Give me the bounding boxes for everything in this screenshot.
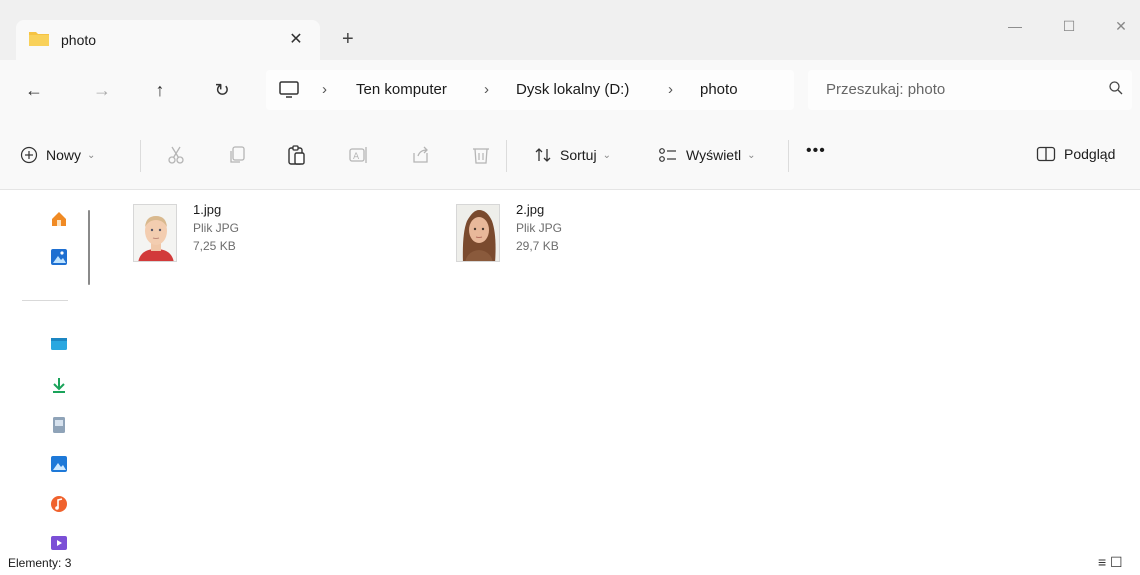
- computer-icon: [279, 81, 299, 98]
- divider: [22, 300, 68, 301]
- rename-icon[interactable]: A: [347, 144, 369, 166]
- share-icon[interactable]: [410, 144, 432, 166]
- search-box[interactable]: Przeszukaj: photo: [808, 70, 1132, 110]
- tab-close-button[interactable]: ✕: [286, 29, 306, 49]
- divider: [140, 140, 141, 172]
- navigation-bar: ← → ↑ ↻ › Ten komputer › Dysk lokalny (D…: [0, 60, 1140, 122]
- copy-icon[interactable]: [226, 144, 248, 166]
- minimize-button[interactable]: —: [992, 18, 1038, 34]
- tab-title: photo: [61, 32, 97, 48]
- svg-text:A: A: [353, 152, 360, 162]
- chevron-down-icon: ⌄: [87, 149, 96, 161]
- file-item[interactable]: 1.jpg Plik JPG 7,25 KB: [133, 198, 383, 268]
- desktop-icon[interactable]: [50, 335, 68, 353]
- breadcrumb-separator[interactable]: ›: [322, 81, 327, 98]
- file-size: 29,7 KB: [516, 239, 559, 253]
- gallery-icon[interactable]: [50, 248, 68, 266]
- pictures-icon[interactable]: [50, 455, 68, 473]
- preview-button-label: Podgląd: [1064, 146, 1116, 162]
- file-type: Plik JPG: [193, 221, 240, 235]
- title-bar: photo ✕ + — ☐ ✕: [0, 0, 1140, 60]
- tab-photo[interactable]: photo ✕: [16, 20, 320, 60]
- refresh-button[interactable]: ↻: [208, 80, 236, 104]
- command-bar: Nowy ⌄ A Sortuj ⌄ Wyświetl ⌄ ••• Podgląd: [0, 122, 1140, 190]
- item-count: Elementy: 3: [8, 556, 72, 570]
- new-button-label: Nowy: [46, 147, 82, 163]
- preview-pane-button[interactable]: Podgląd: [1036, 146, 1115, 162]
- preview-pane-icon: [1036, 146, 1056, 162]
- search-placeholder: Przeszukaj: photo: [826, 81, 946, 98]
- paste-icon[interactable]: [286, 144, 308, 166]
- breadcrumb-photo[interactable]: photo: [700, 81, 738, 98]
- file-size: 7,25 KB: [193, 239, 236, 253]
- breadcrumb-ten-komputer[interactable]: Ten komputer: [356, 81, 447, 98]
- back-button[interactable]: ←: [20, 80, 48, 104]
- view-list-icon: [659, 148, 676, 162]
- home-icon[interactable]: [50, 210, 68, 228]
- layout-toggle-icons[interactable]: ≡ ☐: [1098, 554, 1123, 571]
- up-button[interactable]: ↑: [146, 80, 174, 104]
- breadcrumb-separator[interactable]: ›: [484, 81, 489, 98]
- file-name: 1.jpg: [193, 202, 222, 217]
- close-window-button[interactable]: ✕: [1098, 18, 1140, 35]
- file-item[interactable]: 2.jpg Plik JPG 29,7 KB: [456, 198, 706, 268]
- chevron-down-icon: ⌄: [602, 149, 611, 161]
- status-bar: Elementy: 3 ≡ ☐: [0, 550, 1140, 575]
- forward-button[interactable]: →: [88, 80, 116, 104]
- breadcrumb-dysk-lokalny[interactable]: Dysk lokalny (D:): [516, 81, 629, 98]
- breadcrumb-separator[interactable]: ›: [668, 81, 673, 98]
- view-button-label: Wyświetl: [686, 147, 742, 163]
- sort-icon: [535, 148, 551, 162]
- navigation-pane: [0, 190, 98, 550]
- file-name: 2.jpg: [516, 202, 545, 217]
- view-button[interactable]: Wyświetl ⌄: [658, 146, 756, 164]
- maximize-button[interactable]: ☐: [1046, 18, 1092, 35]
- trash-icon[interactable]: [470, 144, 492, 166]
- documents-icon[interactable]: [50, 416, 68, 434]
- divider: [788, 140, 789, 172]
- file-thumbnail: [456, 204, 500, 262]
- photo-boy-icon: [134, 205, 176, 261]
- folder-icon: [29, 32, 49, 46]
- chevron-down-icon: ⌄: [747, 149, 756, 161]
- divider: [506, 140, 507, 172]
- search-icon[interactable]: [1108, 80, 1124, 96]
- photo-girl-icon: [457, 205, 499, 261]
- file-thumbnail: [133, 204, 177, 262]
- cut-icon[interactable]: [165, 144, 187, 166]
- new-button[interactable]: Nowy ⌄: [20, 146, 95, 164]
- more-options-button[interactable]: •••: [806, 142, 826, 160]
- downloads-icon[interactable]: [50, 376, 68, 394]
- file-type: Plik JPG: [516, 221, 563, 235]
- address-bar[interactable]: › Ten komputer › Dysk lokalny (D:) › pho…: [266, 70, 794, 110]
- plus-circle-icon: [20, 146, 38, 164]
- sidebar-scrollbar[interactable]: [88, 210, 90, 285]
- music-icon[interactable]: [50, 495, 68, 513]
- sort-button[interactable]: Sortuj ⌄: [534, 146, 611, 164]
- new-tab-button[interactable]: +: [342, 28, 354, 51]
- sort-button-label: Sortuj: [560, 147, 597, 163]
